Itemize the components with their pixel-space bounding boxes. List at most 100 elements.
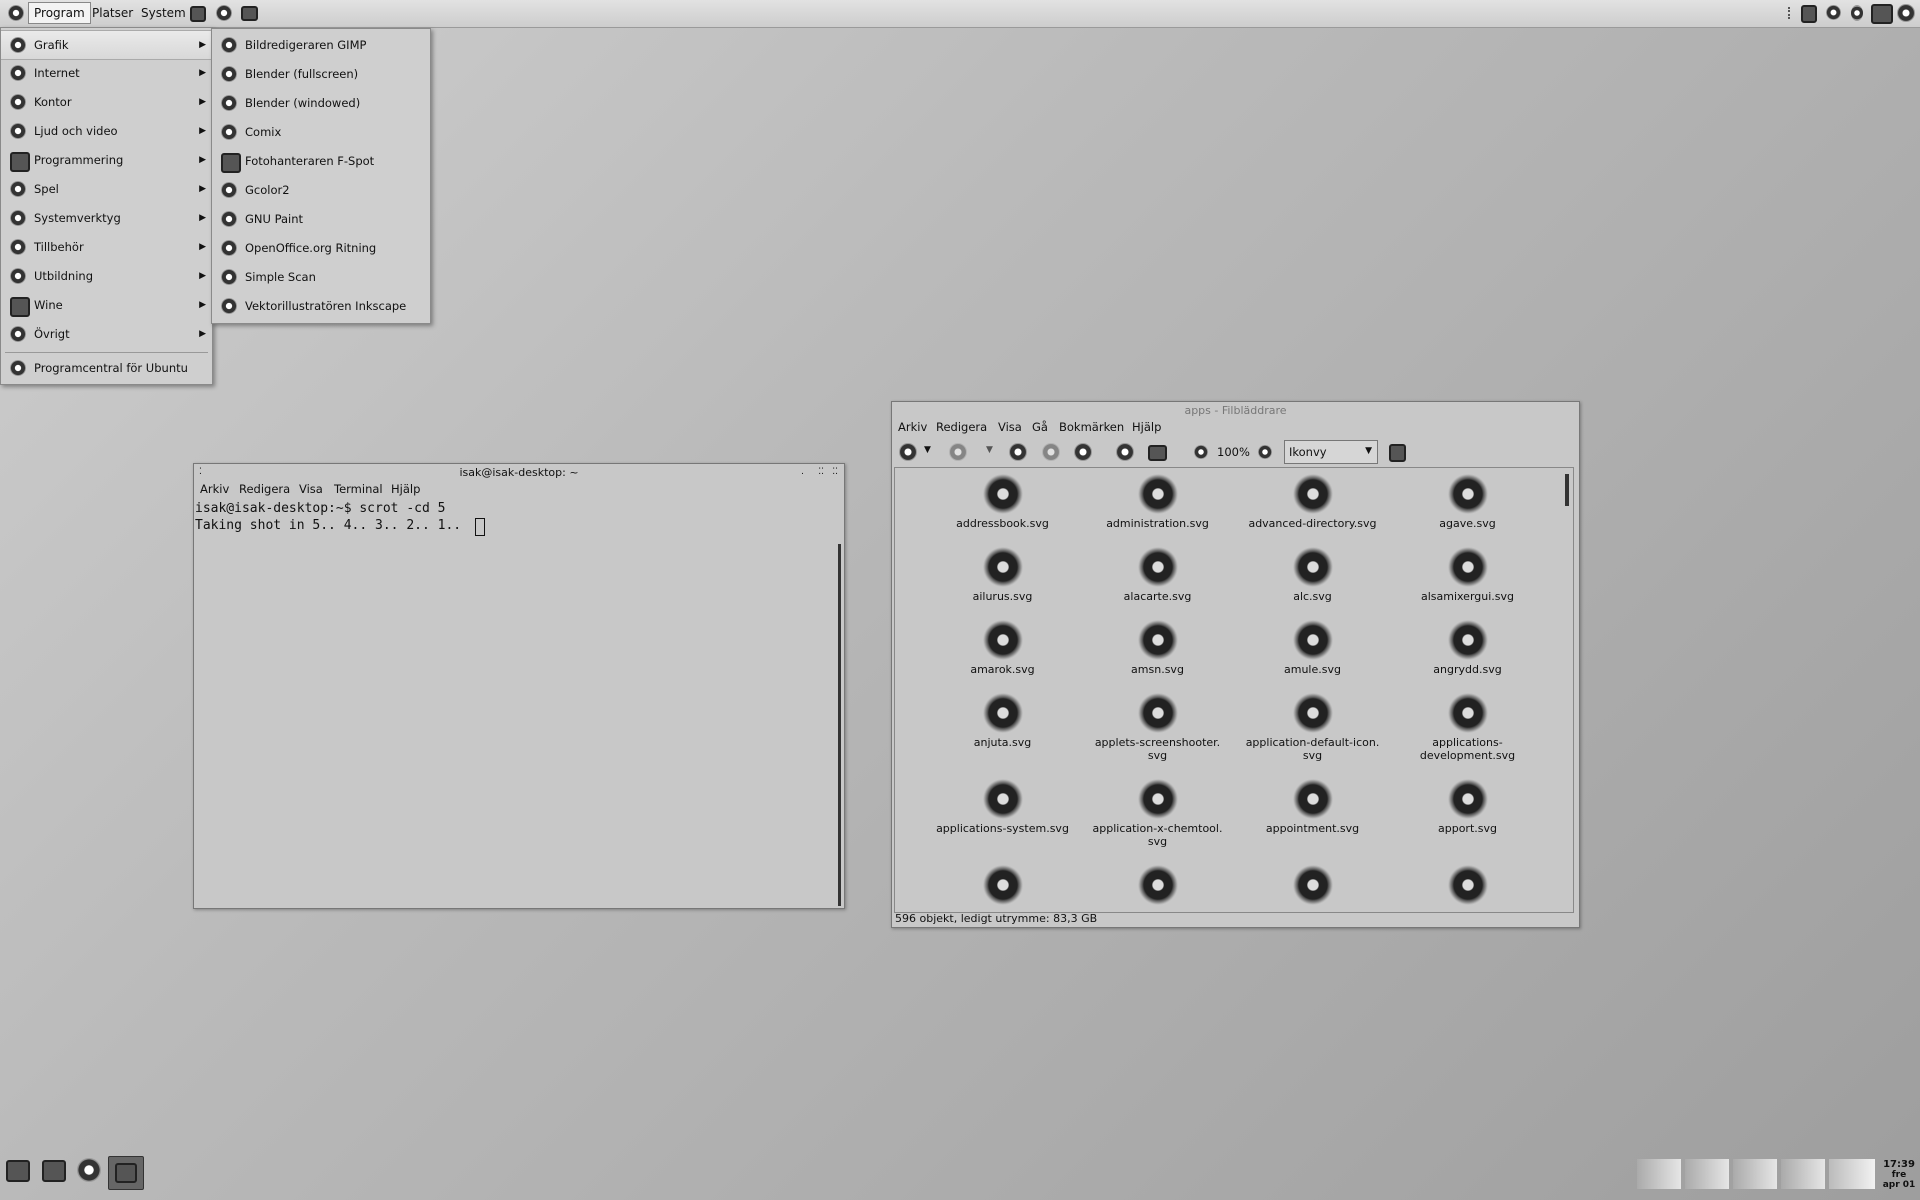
file-item[interactable]: anjuta.svg <box>925 693 1080 749</box>
screen-launcher-icon[interactable] <box>241 6 258 21</box>
terminal-titlebar[interactable]: ⁚ isak@isak-desktop: ~ . ⁚⁚ ⁚⁚ <box>194 464 844 481</box>
menu-redigera[interactable]: Redigera <box>239 482 290 496</box>
window-menu-icon[interactable]: ⁚ <box>199 464 202 481</box>
app-blender-windowed[interactable]: Blender (windowed) <box>212 89 430 117</box>
menu-item-ljud-och-video[interactable]: Ljud och video ▶ <box>1 117 212 145</box>
minimize-icon[interactable]: . <box>801 464 804 481</box>
settings-launcher-icon[interactable] <box>216 5 232 21</box>
menu-ga[interactable]: Gå <box>1032 420 1048 434</box>
mail-icon[interactable] <box>1826 5 1841 20</box>
app-gnu-paint[interactable]: GNU Paint <box>212 205 430 233</box>
workspace-4[interactable] <box>1781 1159 1825 1189</box>
view-mode-select[interactable]: Ikonvy ▼ <box>1284 440 1378 464</box>
forward-icon[interactable] <box>949 443 967 461</box>
file-item[interactable]: ailurus.svg <box>925 547 1080 603</box>
file-item[interactable]: amsn.svg <box>1080 620 1235 676</box>
file-item[interactable]: addressbook.svg <box>925 474 1080 530</box>
menu-item-utbildning[interactable]: Utbildning ▶ <box>1 262 212 290</box>
up-icon[interactable] <box>1009 443 1027 461</box>
menu-system[interactable]: System <box>136 3 191 23</box>
file-item[interactable]: appointment.svg <box>1235 779 1390 835</box>
app-gimp[interactable]: Bildredigeraren GIMP <box>212 31 430 59</box>
stop-icon[interactable] <box>1042 443 1060 461</box>
workspace-icon[interactable] <box>1871 4 1893 24</box>
text-editor-launcher-icon[interactable] <box>190 6 206 22</box>
file-item[interactable]: apport.svg <box>1390 779 1545 835</box>
file-item[interactable]: angrydd.svg <box>1390 620 1545 676</box>
menu-item-internet[interactable]: Internet ▶ <box>1 59 212 87</box>
menu-visa[interactable]: Visa <box>998 420 1022 434</box>
app-gcolor2[interactable]: Gcolor2 <box>212 176 430 204</box>
back-history-dropdown-icon[interactable]: ▼ <box>924 445 931 455</box>
workspace-5[interactable] <box>1829 1159 1875 1189</box>
terminal-task-icon[interactable] <box>42 1160 66 1182</box>
zoom-in-icon[interactable] <box>1258 445 1272 459</box>
app-inkscape[interactable]: Vektorillustratören Inkscape <box>212 292 430 320</box>
file-item[interactable]: alacarte.svg <box>1080 547 1235 603</box>
menu-hjalp[interactable]: Hjälp <box>391 482 420 496</box>
menu-hjalp[interactable]: Hjälp <box>1132 420 1161 434</box>
close-icon[interactable]: ⁚⁚ <box>832 464 838 481</box>
file-item[interactable]: applets-screenshooter. svg <box>1080 693 1235 762</box>
file-item[interactable]: alsamixergui.svg <box>1390 547 1545 603</box>
forward-history-dropdown-icon[interactable]: ▼ <box>986 445 993 455</box>
clock[interactable]: 17:39 fre apr 01 <box>1880 1160 1918 1191</box>
bluetooth-icon[interactable] <box>1851 5 1863 21</box>
menu-item-kontor[interactable]: Kontor ▶ <box>1 88 212 116</box>
reload-icon[interactable] <box>1074 443 1092 461</box>
browser-task-icon[interactable] <box>77 1158 101 1182</box>
back-icon[interactable] <box>899 443 917 461</box>
file-item[interactable] <box>1080 865 1235 908</box>
terminal-content[interactable]: isak@isak-desktop:~$ scrot -cd 5 Taking … <box>194 501 834 906</box>
menu-platser[interactable]: Platser <box>87 3 138 23</box>
menu-program[interactable]: Program <box>28 2 91 24</box>
file-item[interactable] <box>1390 865 1545 908</box>
menu-item-wine[interactable]: Wine ▶ <box>1 291 212 319</box>
ubuntu-logo-icon[interactable] <box>8 5 24 21</box>
file-item[interactable]: advanced-directory.svg <box>1235 474 1390 530</box>
workspace-3[interactable] <box>1733 1159 1777 1189</box>
file-item[interactable] <box>1235 865 1390 908</box>
file-item[interactable]: agave.svg <box>1390 474 1545 530</box>
menu-item-ovrigt[interactable]: Övrigt ▶ <box>1 320 212 348</box>
app-ooo-draw[interactable]: OpenOffice.org Ritning <box>212 234 430 262</box>
menu-item-programcentral[interactable]: Programcentral för Ubuntu <box>1 354 212 382</box>
workspace-1[interactable] <box>1637 1159 1681 1189</box>
app-f-spot[interactable]: Fotohanteraren F-Spot <box>212 147 430 175</box>
file-item[interactable]: amule.svg <box>1235 620 1390 676</box>
menu-item-grafik[interactable]: Grafik ▶ <box>1 30 212 60</box>
menu-visa[interactable]: Visa <box>299 482 323 496</box>
menu-item-programmering[interactable]: Programmering ▶ <box>1 146 212 174</box>
menu-arkiv[interactable]: Arkiv <box>200 482 229 496</box>
file-item[interactable]: alc.svg <box>1235 547 1390 603</box>
menu-redigera[interactable]: Redigera <box>936 420 987 434</box>
file-item[interactable]: application-x-chemtool. svg <box>1080 779 1235 848</box>
file-manager-task-button[interactable] <box>108 1156 144 1190</box>
file-item[interactable]: applications-system.svg <box>925 779 1080 835</box>
app-simple-scan[interactable]: Simple Scan <box>212 263 430 291</box>
spatial-view-icon[interactable] <box>1389 444 1406 462</box>
file-item[interactable]: administration.svg <box>1080 474 1235 530</box>
menu-item-tillbehor[interactable]: Tillbehör ▶ <box>1 233 212 261</box>
file-browser-titlebar[interactable]: apps - Filbläddrare <box>892 402 1579 419</box>
power-icon[interactable] <box>1897 4 1915 22</box>
home-icon[interactable] <box>1116 443 1134 461</box>
app-blender-fullscreen[interactable]: Blender (fullscreen) <box>212 60 430 88</box>
computer-icon[interactable] <box>1148 445 1167 461</box>
file-item[interactable]: amarok.svg <box>925 620 1080 676</box>
file-item[interactable] <box>925 865 1080 908</box>
file-item[interactable]: applications- development.svg <box>1390 693 1545 762</box>
menu-terminal[interactable]: Terminal <box>334 482 383 496</box>
app-comix[interactable]: Comix <box>212 118 430 146</box>
network-icon[interactable] <box>1801 5 1817 23</box>
desktop-icon[interactable] <box>6 1160 30 1182</box>
maximize-icon[interactable]: ⁚⁚ <box>818 464 824 481</box>
file-item[interactable]: application-default-icon. svg <box>1235 693 1390 762</box>
terminal-scrollbar[interactable] <box>838 544 841 906</box>
zoom-out-icon[interactable] <box>1194 445 1208 459</box>
menu-arkiv[interactable]: Arkiv <box>898 420 927 434</box>
menu-item-systemverktyg[interactable]: Systemverktyg ▶ <box>1 204 212 232</box>
icon-view[interactable]: addressbook.svg administration.svg advance… <box>894 467 1574 913</box>
workspace-2[interactable] <box>1685 1159 1729 1189</box>
icon-view-scrollbar[interactable] <box>1565 474 1569 506</box>
